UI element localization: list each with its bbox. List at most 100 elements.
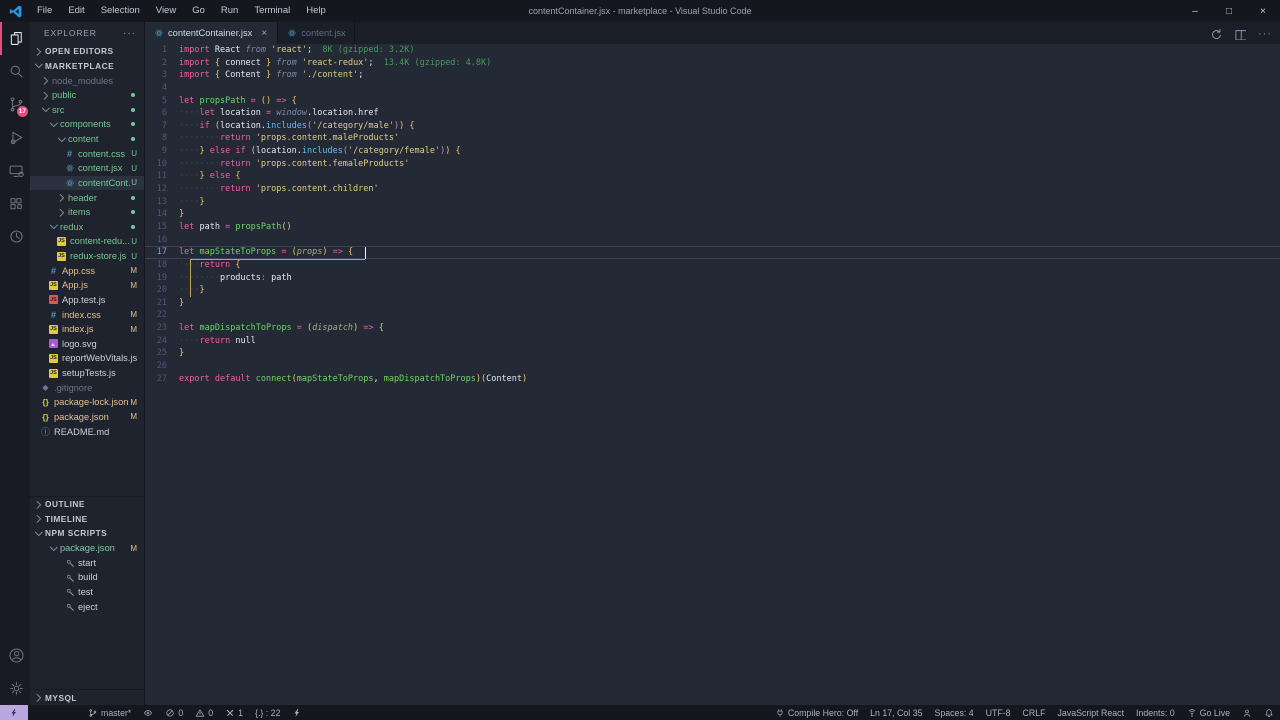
code-line-3[interactable]: 3 import { Content } from './content'; <box>145 69 1280 82</box>
indents[interactable]: Indents: 0 <box>1130 705 1181 720</box>
tab-content-jsx[interactable]: content.jsx <box>278 22 355 44</box>
menu-help[interactable]: Help <box>298 0 334 22</box>
tree-item-content-redu-[interactable]: JS content-redu... U <box>30 234 144 249</box>
line-number[interactable]: 22 <box>145 309 179 322</box>
tree-item-index-css[interactable]: # index.css M <box>30 307 144 322</box>
line-number[interactable]: 10 <box>145 158 179 171</box>
tree-item-content[interactable]: content <box>30 132 144 147</box>
remote-explorer-icon[interactable] <box>0 154 30 187</box>
go-live[interactable]: Go Live <box>1181 705 1236 720</box>
panel-item-outline[interactable]: OUTLINE <box>30 497 144 512</box>
code-line-23[interactable]: 23 let mapDispatchToProps = (dispatch) =>… <box>145 322 1280 335</box>
line-number[interactable]: 20 <box>145 284 179 297</box>
code-line-14[interactable]: 14} <box>145 208 1280 221</box>
line-number[interactable]: 5 <box>145 95 179 108</box>
search-icon[interactable] <box>0 55 30 88</box>
code-line-15[interactable]: 15 let path = propsPath() <box>145 221 1280 234</box>
lightning-action[interactable] <box>286 705 308 720</box>
tab-contentcontainer-jsx[interactable]: contentContainer.jsx × <box>145 22 279 44</box>
line-number[interactable]: 8 <box>145 132 179 145</box>
remote-indicator[interactable] <box>0 705 28 720</box>
line-number[interactable]: 6 <box>145 107 179 120</box>
panel-item-start[interactable]: start <box>30 555 144 570</box>
indentation[interactable]: Spaces: 4 <box>929 705 980 720</box>
tree-item-logo-svg[interactable]: logo.svg <box>30 337 144 352</box>
code-line-27[interactable]: 27 export default connect(mapStateToProps… <box>145 373 1280 386</box>
tree-item-app-css[interactable]: # App.css M <box>30 263 144 278</box>
menu-terminal[interactable]: Terminal <box>246 0 298 22</box>
line-number[interactable]: 9 <box>145 145 179 158</box>
sync-icon[interactable] <box>1208 27 1221 40</box>
code-line-18[interactable]: 18····return { <box>145 259 1280 272</box>
code-line-19[interactable]: 19 ········products: path <box>145 272 1280 285</box>
run-and-debug-icon[interactable] <box>0 121 30 154</box>
line-number[interactable]: 19 <box>145 272 179 285</box>
warnings[interactable]: 0 <box>189 705 219 720</box>
menu-selection[interactable]: Selection <box>93 0 148 22</box>
code-line-24[interactable]: 24 ····return null <box>145 335 1280 348</box>
restore-button[interactable]: □ <box>1212 0 1246 22</box>
line-number[interactable]: 2 <box>145 57 179 70</box>
code-line-16[interactable]: 16 <box>145 234 1280 247</box>
tree-item-src[interactable]: src <box>30 103 144 118</box>
line-number[interactable]: 3 <box>145 69 179 82</box>
close-icon[interactable]: × <box>259 28 269 39</box>
line-number[interactable]: 24 <box>145 335 179 348</box>
tree-item-marketplace[interactable]: MARKETPLACE <box>30 59 144 74</box>
tree-item-package-json[interactable]: {} package.json M <box>30 410 144 425</box>
panel-item-timeline[interactable]: TIMELINE <box>30 512 144 527</box>
line-number[interactable]: 13 <box>145 196 179 209</box>
compile-hero[interactable]: Compile Hero: Off <box>769 705 864 720</box>
code-line-13[interactable]: 13 ····} <box>145 196 1280 209</box>
language-mode[interactable]: JavaScript React <box>1052 705 1131 720</box>
panel-item-package-json[interactable]: package.json M <box>30 541 144 556</box>
encoding[interactable]: UTF-8 <box>980 705 1017 720</box>
panel-item-eject[interactable]: eject <box>30 599 144 614</box>
tree-item-redux-store-js[interactable]: JS redux-store.js U <box>30 249 144 264</box>
errors[interactable]: 0 <box>159 705 189 720</box>
notifications[interactable] <box>1258 705 1280 720</box>
line-number[interactable]: 1 <box>145 44 179 57</box>
bracket-count[interactable]: {.} : 22 <box>249 705 286 720</box>
accounts-icon[interactable] <box>0 639 30 672</box>
minimize-button[interactable]: – <box>1178 0 1212 22</box>
eol[interactable]: CRLF <box>1017 705 1052 720</box>
explorer-icon[interactable] <box>0 22 30 55</box>
code-line-4[interactable]: 4 <box>145 82 1280 95</box>
line-number[interactable]: 18 <box>145 259 179 272</box>
code-line-20[interactable]: 20····} <box>145 284 1280 297</box>
line-number[interactable]: 7 <box>145 120 179 133</box>
code-line-6[interactable]: 6 ····let location = window.location.href <box>145 107 1280 120</box>
line-number[interactable]: 21 <box>145 297 179 310</box>
cursor-position[interactable]: Ln 17, Col 35 <box>864 705 928 720</box>
tree-item-reportwebvitals-js[interactable]: JS reportWebVitals.js <box>30 351 144 366</box>
code-line-12[interactable]: 12 ········return 'props.content.children… <box>145 183 1280 196</box>
close-button[interactable]: × <box>1246 0 1280 22</box>
tree-item-open-editors[interactable]: OPEN EDITORS <box>30 44 144 59</box>
tree-item-app-test-js[interactable]: JS App.test.js <box>30 293 144 308</box>
line-number[interactable]: 14 <box>145 208 179 221</box>
tree-item-content-css[interactable]: # content.css U <box>30 146 144 161</box>
gitlens-toggle[interactable] <box>137 705 159 720</box>
tree-item-components[interactable]: components <box>30 117 144 132</box>
code-line-21[interactable]: 21} <box>145 297 1280 310</box>
git-branch[interactable]: master* <box>82 705 137 720</box>
code-line-2[interactable]: 2 import { connect } from 'react-redux'; … <box>145 57 1280 70</box>
tools-count[interactable]: 1 <box>219 705 249 720</box>
panel-item-npm-scripts[interactable]: NPM SCRIPTS <box>30 526 144 541</box>
line-number[interactable]: 15 <box>145 221 179 234</box>
line-number[interactable]: 26 <box>145 360 179 373</box>
panel-mysql[interactable]: MYSQL <box>30 690 144 705</box>
menu-go[interactable]: Go <box>184 0 213 22</box>
line-number[interactable]: 12 <box>145 183 179 196</box>
code-line-5[interactable]: 5 let propsPath = () => { <box>145 95 1280 108</box>
tree-item-package-lock-json[interactable]: {} package-lock.json M <box>30 395 144 410</box>
line-number[interactable]: 4 <box>145 82 179 95</box>
sidebar-more-actions-icon[interactable]: ··· <box>123 28 136 39</box>
panel-item-build[interactable]: build <box>30 570 144 585</box>
code-line-7[interactable]: 7 ····if (location.includes('/category/ma… <box>145 120 1280 133</box>
feedback[interactable] <box>1236 705 1258 720</box>
tree-item-public[interactable]: public <box>30 88 144 103</box>
code-editor[interactable]: 1 import React from 'react'; 8K (gzipped:… <box>145 44 1280 705</box>
split-editor-icon[interactable] <box>1233 27 1246 40</box>
